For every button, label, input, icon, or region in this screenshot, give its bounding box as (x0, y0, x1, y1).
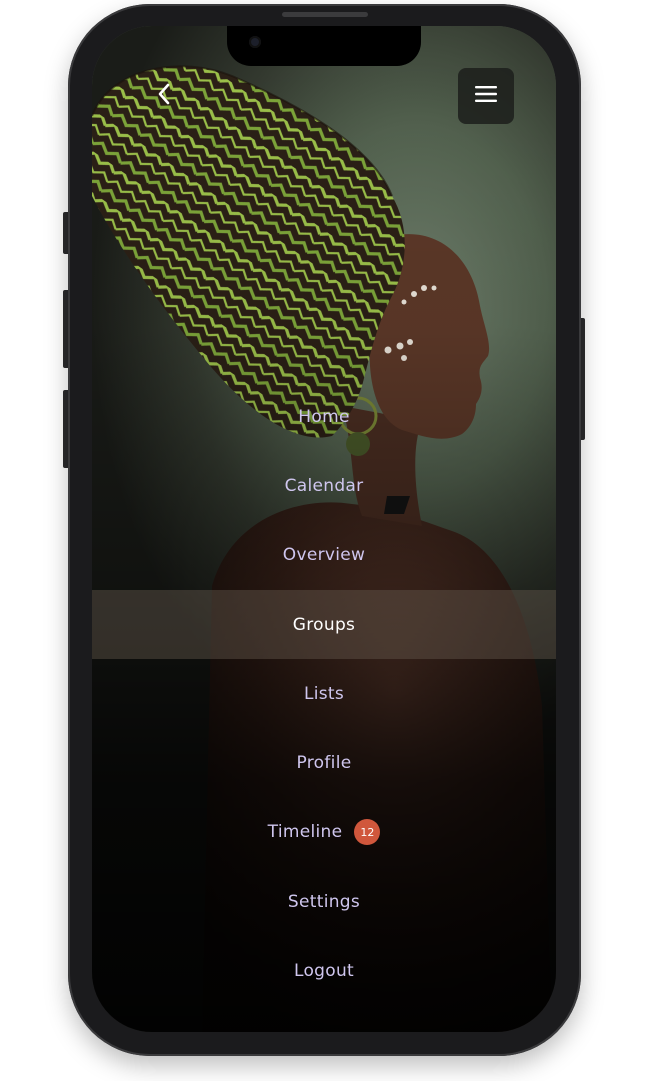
nav-item-label: Lists (303, 683, 345, 704)
nav-item-calendar[interactable]: Calendar (92, 451, 556, 520)
notification-badge: 12 (354, 819, 381, 846)
nav-item-logout[interactable]: Logout (92, 936, 556, 1005)
nav-item-label: Profile (296, 753, 352, 774)
nav-item-lists[interactable]: Lists (92, 659, 556, 728)
nav-item-label: Home (298, 406, 350, 427)
nav-item-label: Calendar (284, 475, 364, 496)
nav-item-timeline[interactable]: Timeline 12 (92, 798, 556, 867)
nav-item-settings[interactable]: Settings (92, 867, 556, 936)
nav-item-profile[interactable]: Profile (92, 728, 556, 797)
hamburger-menu-icon (475, 86, 497, 106)
nav-item-overview[interactable]: Overview (92, 521, 556, 590)
nav-item-label: Groups (292, 614, 356, 635)
device-mockup: Home Calendar Overview Groups Lists Prof… (0, 0, 648, 1081)
nav-item-home[interactable]: Home (92, 382, 556, 451)
nav-item-label: Logout (293, 961, 354, 982)
phone-screen: Home Calendar Overview Groups Lists Prof… (92, 26, 556, 1032)
chevron-left-icon (157, 82, 171, 110)
menu-button[interactable] (458, 68, 514, 124)
nav-item-label: Overview (282, 545, 366, 566)
nav-item-label: Settings (287, 891, 361, 912)
nav-item-label: Timeline (267, 822, 343, 843)
main-navigation: Home Calendar Overview Groups Lists Prof… (92, 382, 556, 1006)
earpiece-speaker (282, 12, 368, 17)
front-camera (249, 36, 261, 48)
nav-item-groups[interactable]: Groups (92, 589, 556, 660)
back-button[interactable] (138, 74, 190, 118)
